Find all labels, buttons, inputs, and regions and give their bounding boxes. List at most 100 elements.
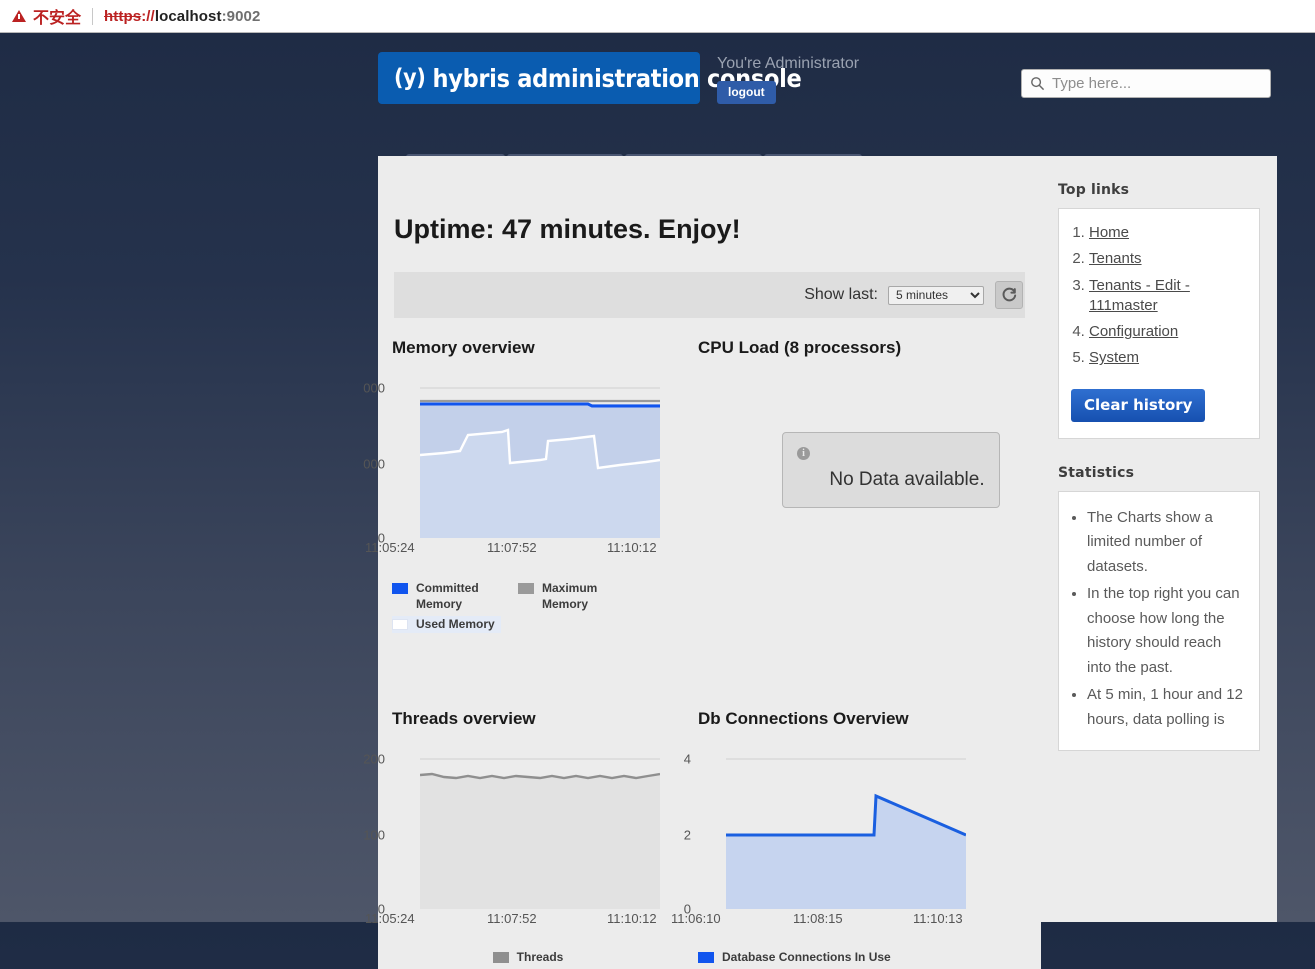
chart-title: Db Connections Overview — [698, 708, 909, 728]
list-item: Tenants — [1089, 249, 1247, 269]
legend-label: Used Memory — [416, 617, 495, 632]
legend-label: Maximum Memory — [542, 581, 598, 612]
show-last-label: Show last: — [804, 286, 878, 303]
refresh-icon — [1002, 287, 1016, 301]
memory-chart-svg — [420, 387, 660, 538]
chart-legend: Threads — [392, 949, 682, 969]
top-link-system[interactable]: System — [1089, 349, 1139, 366]
top-link-tenants-edit[interactable]: Tenants - Edit - 111master — [1089, 277, 1190, 314]
refresh-button[interactable] — [995, 281, 1023, 309]
legend-item[interactable]: Threads — [492, 949, 564, 965]
legend-swatch — [698, 951, 714, 963]
statistics-heading: Statistics — [1058, 464, 1135, 481]
clear-history-button[interactable]: Clear history — [1071, 388, 1206, 422]
top-link-home[interactable]: Home — [1089, 224, 1129, 241]
legend-swatch — [392, 583, 408, 594]
x-tick-label: 11:07:52 — [487, 540, 537, 555]
hybris-logo-mark: (y) — [394, 65, 426, 91]
search-input[interactable] — [1052, 75, 1252, 92]
list-item: System — [1089, 348, 1247, 368]
warning-triangle-icon — [12, 10, 26, 22]
y-tick-label: 000 — [363, 456, 385, 472]
hybris-logo[interactable]: (y) hybris administration console — [378, 52, 802, 104]
search-box[interactable] — [1021, 69, 1271, 98]
chart-threads-overview: Threads overview 200 100 0 11:05:24 11:0… — [363, 689, 698, 969]
x-tick-label: 11:10:13 — [913, 910, 963, 926]
charts-row-2: Threads overview 200 100 0 11:05:24 11:0… — [363, 689, 1041, 969]
x-tick-label: 11:06:10 — [671, 910, 721, 926]
chart-db-connections: Db Connections Overview 4 2 0 11:06:10 1… — [671, 689, 1004, 969]
url-divider — [92, 7, 94, 25]
y-tick-label: 4 — [683, 751, 691, 767]
administrator-label: You're Administrator — [717, 55, 860, 72]
top-links-list: Home Tenants Tenants - Edit - 111master … — [1089, 223, 1247, 369]
top-links-card: Home Tenants Tenants - Edit - 111master … — [1058, 208, 1260, 439]
url-scheme: https — [104, 7, 142, 25]
app-viewport: (y) hybris administration console You're… — [0, 33, 1315, 969]
legend-label: Threads — [516, 949, 564, 964]
chart-title: Memory overview — [392, 338, 535, 357]
threads-chart-svg — [420, 758, 660, 909]
x-tick-label: 11:10:12 — [607, 910, 657, 926]
page-title: Uptime: 47 minutes. Enjoy! — [394, 214, 741, 244]
legend-swatch — [518, 583, 534, 594]
list-item: In the top right you can choose how long… — [1087, 582, 1247, 681]
x-tick-label: 11:05:24 — [365, 910, 415, 926]
x-tick-label: 11:10:12 — [607, 540, 657, 555]
y-tick-label: 100 — [363, 827, 385, 843]
chart-plot-area: 4 2 0 11:06:10 11:08:15 11:10:13 — [671, 751, 988, 927]
list-item: The Charts show a limited number of data… — [1087, 506, 1247, 580]
url-port: :9002 — [221, 7, 261, 25]
legend-label: Database Connections In Use — [722, 949, 891, 964]
x-tick-label: 11:05:24 — [365, 540, 415, 555]
list-item: Home — [1089, 223, 1247, 243]
logout-button[interactable]: logout — [717, 81, 776, 104]
info-icon: i — [797, 447, 810, 460]
legend-label: Committed Memory — [416, 581, 479, 612]
browser-address-bar: 不安全 https://localhost:9002 — [0, 0, 1315, 33]
site-header: (y) hybris administration console You're… — [378, 52, 1271, 134]
chart-controls-bar: Show last: 5 minutes — [394, 272, 1025, 318]
legend-item[interactable]: Committed Memory — [392, 580, 500, 612]
legend-item[interactable]: Database Connections In Use — [698, 949, 891, 965]
x-tick-label: 11:08:15 — [793, 910, 843, 926]
x-axis: 11:06:10 11:08:15 11:10:13 — [671, 910, 988, 927]
url-text[interactable]: https://localhost:9002 — [104, 8, 260, 25]
chart-cpu-load: CPU Load (8 processors) i No Data availa… — [698, 318, 1004, 637]
chart-legend: Database Connections In Use — [698, 949, 988, 969]
legend-item[interactable]: Used Memory — [392, 616, 501, 633]
x-axis: 11:05:24 11:07:52 11:10:12 — [365, 910, 682, 927]
x-tick-label: 11:07:52 — [487, 910, 537, 926]
db-connections-chart-svg — [726, 758, 966, 909]
chart-memory-overview: Memory overview 000 000 0 11:05:24 11:07… — [363, 318, 698, 637]
y-tick-label: 2 — [683, 827, 691, 843]
statistics-card: The Charts show a limited number of data… — [1058, 490, 1260, 752]
legend-item[interactable]: Maximum Memory — [518, 580, 626, 612]
x-axis: 11:05:24 11:07:52 11:10:12 — [365, 540, 682, 556]
list-item: At 5 min, 1 hour and 12 hours, data poll… — [1087, 683, 1247, 733]
search-icon — [1031, 77, 1045, 91]
top-link-tenants[interactable]: Tenants — [1089, 250, 1142, 267]
legend-swatch — [492, 951, 509, 963]
legend-swatch — [392, 619, 408, 631]
chart-plot-area: 000 000 0 11:05:24 11:07:52 11:10:12 — [363, 380, 682, 556]
content-panel: Uptime: 47 minutes. Enjoy! Show last: 5 … — [363, 156, 1041, 969]
time-range-select[interactable]: 5 minutes — [888, 285, 984, 305]
no-data-box: i No Data available. — [782, 432, 1000, 508]
url-separator: :// — [141, 7, 155, 25]
top-link-configuration[interactable]: Configuration — [1089, 323, 1178, 340]
list-item: Configuration — [1089, 322, 1247, 342]
url-host: localhost — [154, 7, 222, 25]
chart-legend: Committed Memory Maximum Memory Used Mem… — [392, 580, 682, 637]
list-item: Tenants - Edit - 111master — [1089, 276, 1247, 317]
chart-title: CPU Load (8 processors) — [698, 338, 902, 357]
no-data-text: No Data available. — [829, 469, 985, 490]
top-links-heading: Top links — [1058, 182, 1130, 198]
y-tick-label: 000 — [363, 380, 385, 396]
security-status-label: 不安全 — [33, 8, 82, 27]
statistics-list: The Charts show a limited number of data… — [1087, 506, 1247, 733]
y-tick-label: 200 — [363, 751, 385, 767]
charts-row-1: Memory overview 000 000 0 11:05:24 11:07… — [363, 318, 1041, 637]
chart-title: Threads overview — [392, 708, 536, 728]
sidebar: Top links Home Tenants Tenants - Edit - … — [1041, 156, 1277, 922]
